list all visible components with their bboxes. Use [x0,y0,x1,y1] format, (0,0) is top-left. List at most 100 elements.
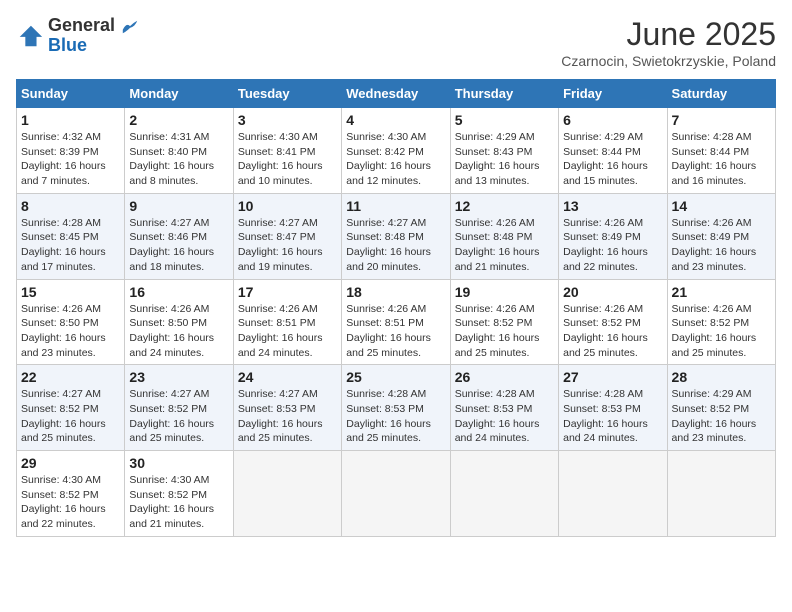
day-cell: 28Sunrise: 4:29 AMSunset: 8:52 PMDayligh… [667,365,775,451]
day-info: Sunrise: 4:28 AMSunset: 8:53 PMDaylight:… [455,387,554,446]
day-info: Sunrise: 4:26 AMSunset: 8:52 PMDaylight:… [455,302,554,361]
logo-icon [16,22,44,50]
day-info: Sunrise: 4:26 AMSunset: 8:51 PMDaylight:… [346,302,445,361]
week-row-5: 29Sunrise: 4:30 AMSunset: 8:52 PMDayligh… [17,451,776,537]
day-cell [342,451,450,537]
day-info: Sunrise: 4:30 AMSunset: 8:41 PMDaylight:… [238,130,337,189]
day-info: Sunrise: 4:29 AMSunset: 8:44 PMDaylight:… [563,130,662,189]
logo-text: General Blue [48,16,139,56]
day-number: 5 [455,112,554,128]
day-number: 8 [21,198,120,214]
day-number: 13 [563,198,662,214]
day-cell: 2 Sunrise: 4:31 AMSunset: 8:40 PMDaylight… [125,108,233,194]
day-cell [450,451,558,537]
day-cell [559,451,667,537]
day-number: 20 [563,284,662,300]
day-cell: 18Sunrise: 4:26 AMSunset: 8:51 PMDayligh… [342,279,450,365]
day-number: 15 [21,284,120,300]
day-cell: 5Sunrise: 4:29 AMSunset: 8:43 PMDaylight… [450,108,558,194]
day-number: 17 [238,284,337,300]
day-cell: 10 Sunrise: 4:27 AMSunset: 8:47 PMDayligh… [233,193,341,279]
day-cell: 16 Sunrise: 4:26 AMSunset: 8:50 PMDayligh… [125,279,233,365]
day-cell [667,451,775,537]
header-tuesday: Tuesday [233,80,341,108]
day-info: Sunrise: 4:26 AMSunset: 8:51 PMDaylight:… [238,302,337,361]
day-info: Sunrise: 4:30 AMSunset: 8:42 PMDaylight:… [346,130,445,189]
day-number: 26 [455,369,554,385]
logo: General Blue [16,16,139,56]
day-number: 22 [21,369,120,385]
day-info: Sunrise: 4:27 AMSunset: 8:52 PMDaylight:… [21,387,120,446]
week-row-4: 22 Sunrise: 4:27 AMSunset: 8:52 PMDayligh… [17,365,776,451]
day-cell: 22 Sunrise: 4:27 AMSunset: 8:52 PMDayligh… [17,365,125,451]
header-sunday: Sunday [17,80,125,108]
day-cell: 25Sunrise: 4:28 AMSunset: 8:53 PMDayligh… [342,365,450,451]
calendar-table: SundayMondayTuesdayWednesdayThursdayFrid… [16,79,776,537]
day-info: Sunrise: 4:26 AMSunset: 8:52 PMDaylight:… [563,302,662,361]
day-number: 12 [455,198,554,214]
day-info: Sunrise: 4:26 AMSunset: 8:49 PMDaylight:… [672,216,771,275]
day-info: Sunrise: 4:26 AMSunset: 8:50 PMDaylight:… [129,302,228,361]
day-number: 16 [129,284,228,300]
day-number: 29 [21,455,120,471]
day-info: Sunrise: 4:27 AMSunset: 8:46 PMDaylight:… [129,216,228,275]
day-number: 4 [346,112,445,128]
day-number: 19 [455,284,554,300]
header-monday: Monday [125,80,233,108]
calendar-title: June 2025 [561,16,776,53]
day-number: 10 [238,198,337,214]
day-info: Sunrise: 4:26 AMSunset: 8:50 PMDaylight:… [21,302,120,361]
day-number: 24 [238,369,337,385]
day-cell: 26 Sunrise: 4:28 AMSunset: 8:53 PMDayligh… [450,365,558,451]
day-number: 2 [129,112,228,128]
header-wednesday: Wednesday [342,80,450,108]
day-number: 30 [129,455,228,471]
logo-bird-icon [121,18,139,36]
day-cell: 8 Sunrise: 4:28 AMSunset: 8:45 PMDaylight… [17,193,125,279]
header-saturday: Saturday [667,80,775,108]
day-cell: 4 Sunrise: 4:30 AMSunset: 8:42 PMDaylight… [342,108,450,194]
calendar-subtitle: Czarnocin, Swietokrzyskie, Poland [561,53,776,69]
day-cell: 23Sunrise: 4:27 AMSunset: 8:52 PMDayligh… [125,365,233,451]
day-cell: 6 Sunrise: 4:29 AMSunset: 8:44 PMDaylight… [559,108,667,194]
day-info: Sunrise: 4:26 AMSunset: 8:48 PMDaylight:… [455,216,554,275]
day-cell: 9 Sunrise: 4:27 AMSunset: 8:46 PMDaylight… [125,193,233,279]
day-cell: 17 Sunrise: 4:26 AMSunset: 8:51 PMDayligh… [233,279,341,365]
day-number: 9 [129,198,228,214]
day-number: 11 [346,198,445,214]
week-row-2: 8 Sunrise: 4:28 AMSunset: 8:45 PMDaylight… [17,193,776,279]
logo-blue: Blue [48,35,87,55]
title-area: June 2025 Czarnocin, Swietokrzyskie, Pol… [561,16,776,69]
day-cell: 12 Sunrise: 4:26 AMSunset: 8:48 PMDayligh… [450,193,558,279]
day-cell: 21Sunrise: 4:26 AMSunset: 8:52 PMDayligh… [667,279,775,365]
day-number: 7 [672,112,771,128]
header-thursday: Thursday [450,80,558,108]
day-info: Sunrise: 4:28 AMSunset: 8:44 PMDaylight:… [672,130,771,189]
day-cell: 30Sunrise: 4:30 AMSunset: 8:52 PMDayligh… [125,451,233,537]
day-cell: 19 Sunrise: 4:26 AMSunset: 8:52 PMDayligh… [450,279,558,365]
day-info: Sunrise: 4:27 AMSunset: 8:52 PMDaylight:… [129,387,228,446]
day-cell: 14 Sunrise: 4:26 AMSunset: 8:49 PMDayligh… [667,193,775,279]
day-number: 27 [563,369,662,385]
day-cell: 27 Sunrise: 4:28 AMSunset: 8:53 PMDayligh… [559,365,667,451]
day-info: Sunrise: 4:28 AMSunset: 8:45 PMDaylight:… [21,216,120,275]
day-number: 6 [563,112,662,128]
day-info: Sunrise: 4:27 AMSunset: 8:53 PMDaylight:… [238,387,337,446]
day-number: 14 [672,198,771,214]
day-cell: 15 Sunrise: 4:26 AMSunset: 8:50 PMDayligh… [17,279,125,365]
header: General Blue June 2025 Czarnocin, Swieto… [16,16,776,69]
day-number: 21 [672,284,771,300]
day-number: 1 [21,112,120,128]
day-info: Sunrise: 4:31 AMSunset: 8:40 PMDaylight:… [129,130,228,189]
week-row-3: 15 Sunrise: 4:26 AMSunset: 8:50 PMDayligh… [17,279,776,365]
day-cell: 7 Sunrise: 4:28 AMSunset: 8:44 PMDaylight… [667,108,775,194]
day-cell: 3 Sunrise: 4:30 AMSunset: 8:41 PMDaylight… [233,108,341,194]
day-info: Sunrise: 4:28 AMSunset: 8:53 PMDaylight:… [563,387,662,446]
day-cell: 11 Sunrise: 4:27 AMSunset: 8:48 PMDayligh… [342,193,450,279]
day-number: 3 [238,112,337,128]
day-info: Sunrise: 4:27 AMSunset: 8:48 PMDaylight:… [346,216,445,275]
day-cell: 29Sunrise: 4:30 AMSunset: 8:52 PMDayligh… [17,451,125,537]
day-cell: 1Sunrise: 4:32 AMSunset: 8:39 PMDaylight… [17,108,125,194]
day-number: 28 [672,369,771,385]
day-info: Sunrise: 4:27 AMSunset: 8:47 PMDaylight:… [238,216,337,275]
